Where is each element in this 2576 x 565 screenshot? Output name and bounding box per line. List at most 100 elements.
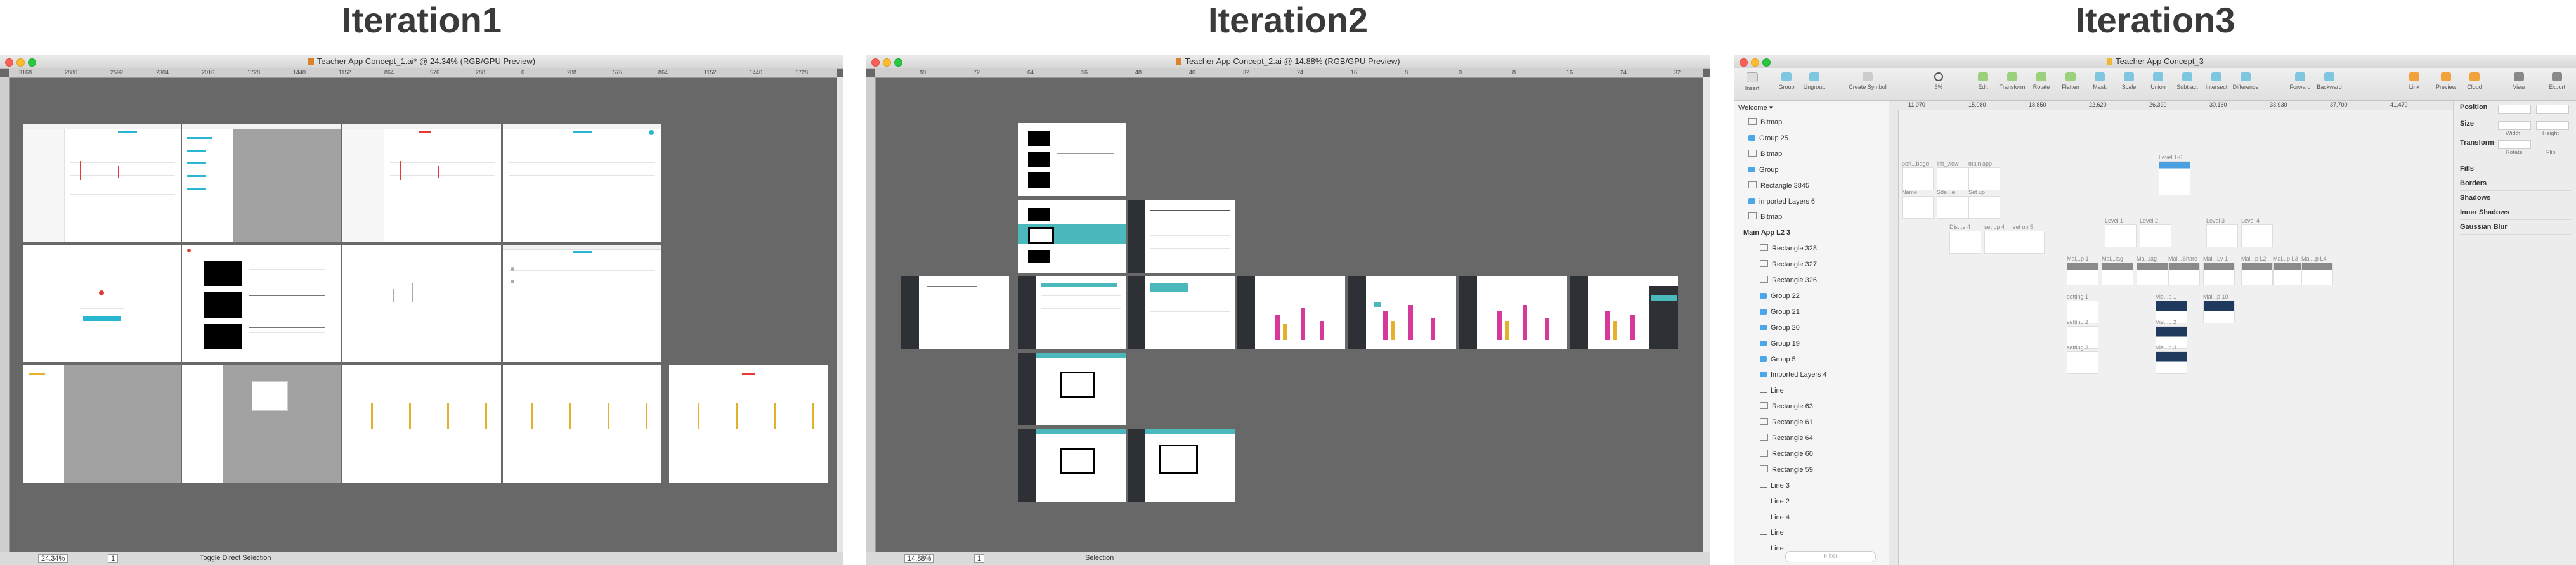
- backward-button[interactable]: Backward: [2315, 72, 2343, 90]
- artboard-label[interactable]: Mai...p L3: [2273, 256, 2298, 262]
- artboard[interactable]: [1128, 429, 1235, 502]
- preview-button[interactable]: Preview: [2432, 72, 2460, 90]
- horizontal-ruler[interactable]: 3168 2880 2592 2304 2016 1728 1440 1152 864 576 28…: [9, 68, 837, 78]
- width-field[interactable]: [2498, 121, 2531, 130]
- layer-row[interactable]: Rectangle 63: [1734, 399, 1889, 414]
- layer-row[interactable]: Group 25: [1734, 131, 1889, 146]
- gaussian-blur-section[interactable]: Gaussian Blur: [2460, 220, 2571, 235]
- window-titlebar[interactable]: Teacher App Concept_3: [1734, 55, 2576, 69]
- zoom-control[interactable]: 5%: [1925, 72, 1953, 90]
- layer-row[interactable]: Bitmap: [1734, 115, 1889, 130]
- artboard[interactable]: [182, 365, 341, 483]
- horizontal-ruler[interactable]: 80 72 64 56 48 40 32 24 16 8 0 8 16 24 32: [875, 68, 1703, 78]
- artboard-label[interactable]: Vie...p 3: [2156, 344, 2176, 351]
- layer-row[interactable]: Rectangle 326: [1734, 273, 1889, 288]
- page-selector[interactable]: Welcome ▾: [1738, 103, 1773, 112]
- artboard[interactable]: [2159, 161, 2190, 195]
- edit-button[interactable]: Edit: [1969, 72, 1997, 90]
- artboard-label[interactable]: Level 4: [2241, 218, 2260, 224]
- inner-shadows-section[interactable]: Inner Shadows: [2460, 205, 2571, 220]
- artboard-label[interactable]: Ma...lag: [2137, 256, 2157, 262]
- layer-row[interactable]: Line 3: [1734, 478, 1889, 493]
- ungroup-button[interactable]: Ungroup: [1800, 72, 1828, 90]
- layer-row[interactable]: Imported Layers 4: [1734, 367, 1889, 382]
- artboard[interactable]: [669, 365, 828, 483]
- layer-row[interactable]: Rectangle 61: [1734, 415, 1889, 430]
- window-titlebar[interactable]: Teacher App Concept_2.ai @ 14.88% (RGB/G…: [866, 55, 1710, 69]
- layer-row[interactable]: Group 22: [1734, 289, 1889, 304]
- artboard-label[interactable]: set up 5: [2013, 224, 2033, 230]
- rotate-field[interactable]: [2498, 140, 2531, 149]
- layer-row[interactable]: Line 2: [1734, 494, 1889, 509]
- height-field[interactable]: [2536, 121, 2569, 130]
- page-field[interactable]: 1: [108, 554, 119, 563]
- artboard-label[interactable]: init_view: [1937, 160, 1959, 167]
- window-titlebar[interactable]: Teacher App Concept_1.ai* @ 24.34% (RGB/…: [0, 55, 843, 69]
- layer-filter-input[interactable]: Filter: [1785, 551, 1876, 562]
- layer-row[interactable]: Group 19: [1734, 336, 1889, 351]
- artboard-label[interactable]: Vie...p 2: [2156, 319, 2176, 325]
- artboard[interactable]: [2301, 263, 2333, 285]
- artboard[interactable]: [1902, 167, 1934, 190]
- artboard[interactable]: [1968, 167, 2000, 190]
- intersect-button[interactable]: Intersect: [2202, 72, 2230, 90]
- borders-section[interactable]: Borders: [2460, 176, 2571, 191]
- layer-row[interactable]: Rectangle 59: [1734, 462, 1889, 477]
- artboard[interactable]: [1968, 196, 2000, 219]
- artboard[interactable]: [901, 276, 1009, 349]
- transform-button[interactable]: Transform: [1998, 72, 2026, 90]
- artboard-label[interactable]: Mai...Share: [2168, 256, 2197, 262]
- artboard-label[interactable]: Mai...p 10: [2203, 294, 2228, 300]
- artboard[interactable]: [1902, 196, 1934, 219]
- artboard[interactable]: [1937, 196, 1968, 219]
- vertical-ruler[interactable]: [0, 77, 10, 552]
- artboard[interactable]: [1984, 231, 2016, 254]
- layer-row[interactable]: Line: [1734, 383, 1889, 398]
- artboard[interactable]: [2137, 263, 2168, 285]
- artboard-label[interactable]: Level 3: [2206, 218, 2225, 224]
- artboard[interactable]: [503, 245, 661, 362]
- rotate-button[interactable]: Rotate: [2027, 72, 2055, 90]
- layer-row[interactable]: Line 4: [1734, 510, 1889, 525]
- artboard[interactable]: [23, 365, 181, 483]
- artboard[interactable]: [1018, 353, 1126, 425]
- artboard-label[interactable]: Name: [1902, 189, 1917, 195]
- artboard[interactable]: [2206, 224, 2238, 247]
- vertical-scrollbar[interactable]: [837, 77, 843, 552]
- artboard[interactable]: [1018, 276, 1126, 349]
- artboard[interactable]: [1018, 200, 1126, 273]
- artboard[interactable]: [2067, 263, 2098, 285]
- artboard-label[interactable]: main app: [1968, 160, 1992, 167]
- artboard[interactable]: [2241, 263, 2273, 285]
- shadows-section[interactable]: Shadows: [2460, 191, 2571, 205]
- link-button[interactable]: Link: [2400, 72, 2428, 90]
- flatten-button[interactable]: Flatten: [2057, 72, 2085, 90]
- artboard-label[interactable]: setting 1: [2067, 294, 2088, 300]
- artboard-label[interactable]: Level 1-6: [2159, 154, 2182, 160]
- layer-row[interactable]: Group: [1734, 162, 1889, 178]
- artboard[interactable]: [1949, 231, 1981, 254]
- artboard-label[interactable]: Set up: [1968, 189, 1985, 195]
- artboard[interactable]: [503, 365, 661, 483]
- subtract-button[interactable]: Subtract: [2173, 72, 2201, 90]
- artboard-label[interactable]: Sde...e: [1937, 189, 1955, 195]
- artboard[interactable]: [2067, 351, 2098, 374]
- cloud-button[interactable]: Cloud: [2461, 72, 2488, 90]
- artboard[interactable]: [342, 124, 501, 242]
- artboard[interactable]: [2241, 224, 2273, 247]
- layer-row[interactable]: Main App L2 3: [1734, 225, 1889, 240]
- view-button[interactable]: View: [2505, 72, 2533, 90]
- layer-row[interactable]: Group 20: [1734, 320, 1889, 335]
- artboard[interactable]: [1018, 123, 1126, 196]
- layer-row[interactable]: Bitmap: [1734, 146, 1889, 162]
- artboard[interactable]: [2013, 231, 2045, 254]
- artboard[interactable]: [1570, 276, 1678, 349]
- create-symbol-button[interactable]: Create Symbol: [1845, 72, 1890, 90]
- artboard-label[interactable]: set up 4: [1984, 224, 2005, 230]
- zoom-field[interactable]: 24.34%: [38, 554, 68, 563]
- scale-button[interactable]: Scale: [2115, 72, 2143, 90]
- artboard-label[interactable]: Mai...p L2: [2241, 256, 2267, 262]
- artboard-label[interactable]: Level 2: [2140, 218, 2158, 224]
- artboard[interactable]: [1018, 429, 1126, 502]
- canvas[interactable]: 11,070 15,080 18,850 22,620 26,390 30,160 33,9…: [1889, 101, 2453, 565]
